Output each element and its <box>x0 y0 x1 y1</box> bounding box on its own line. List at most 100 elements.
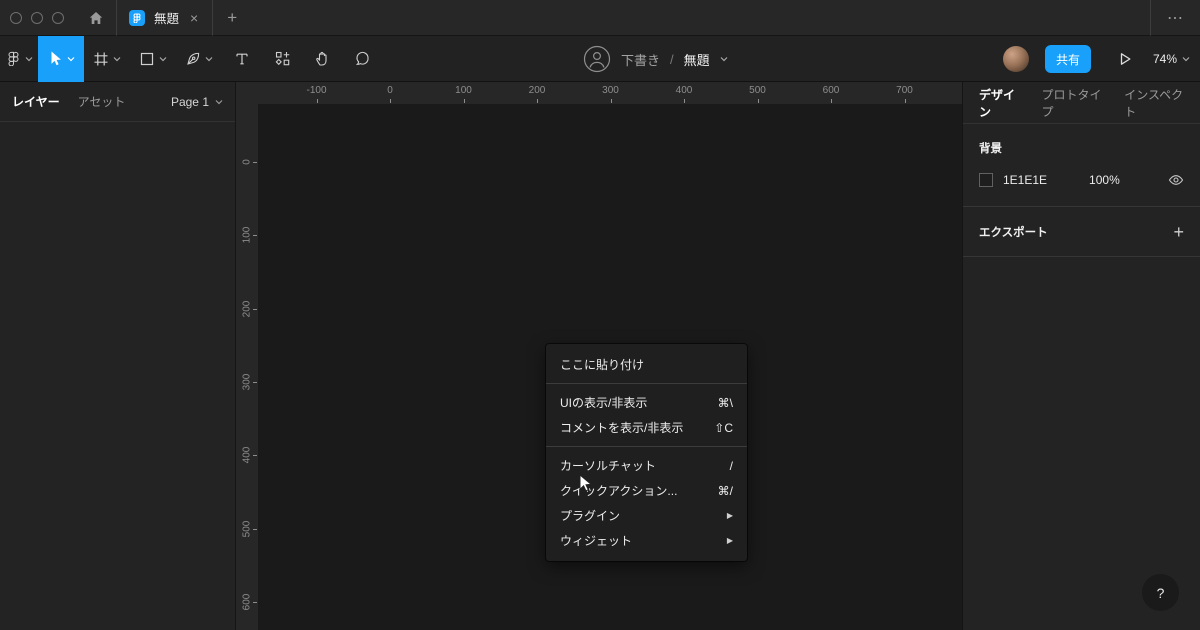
layers-panel-header: レイヤー アセット Page 1 <box>0 82 235 122</box>
layers-panel: レイヤー アセット Page 1 <box>0 82 236 630</box>
home-button[interactable] <box>76 0 116 36</box>
chevron-down-icon <box>67 56 75 62</box>
file-name[interactable]: 無題 <box>684 50 710 69</box>
add-export-button[interactable]: + <box>1173 223 1184 241</box>
ruler-v-label: 400 <box>241 446 253 464</box>
zoom-menu-button[interactable]: 74% <box>1153 52 1190 66</box>
context-menu-item-label: ここに貼り付け <box>560 358 645 372</box>
context-menu-item[interactable]: ウィジェット ▶ <box>546 528 747 553</box>
new-tab-button[interactable]: + <box>213 8 251 28</box>
help-button[interactable]: ? <box>1142 574 1179 611</box>
toolbar-right-group: 共有 74% <box>1002 36 1190 82</box>
ruler-v-tick <box>253 235 257 237</box>
page-selector-label: Page 1 <box>170 94 209 109</box>
context-menu-item-label: プラグイン <box>560 509 621 523</box>
pen-tool-button[interactable] <box>176 36 222 82</box>
context-menu: ここに貼り付け UIの表示/非表示 ⌘\ コメントを表示/非表示 ⇧C カーソルチャット /… <box>546 344 747 561</box>
export-section: エクスポート + <box>963 207 1200 257</box>
hand-tool-button[interactable] <box>302 36 342 82</box>
context-menu-item-label: UIの表示/非表示 <box>560 396 648 410</box>
chevron-down-icon <box>1182 56 1190 62</box>
context-menu-item[interactable]: UIの表示/非表示 ⌘\ <box>546 390 747 415</box>
ruler-h-label: 600 <box>822 85 840 96</box>
window-overflow-menu-button[interactable]: ⋯ <box>1151 8 1200 28</box>
background-section: 背景 1E1E1E 100% <box>963 124 1200 207</box>
chevron-down-icon <box>25 56 33 62</box>
breadcrumb-project[interactable]: 下書き <box>621 50 660 69</box>
context-menu-item[interactable]: プラグイン ▶ <box>546 503 747 528</box>
text-tool-button[interactable] <box>222 36 262 82</box>
figma-app-window: { "colors": { "accent": "#18a0fb", "canv… <box>0 0 1200 630</box>
ruler-v-tick <box>253 308 257 310</box>
ruler-h-tick <box>316 99 318 103</box>
ruler-h-label: 0 <box>387 85 393 96</box>
ruler-h-tick <box>831 99 832 103</box>
ruler-h-label: 300 <box>602 85 619 96</box>
ruler-h-label: 100 <box>455 85 472 96</box>
ruler-vertical: 0 100 200 300 400 500 600 <box>236 82 258 630</box>
context-menu-item[interactable]: ここに貼り付け <box>546 352 747 377</box>
ruler-h-label: 500 <box>749 85 766 96</box>
home-icon <box>88 10 104 26</box>
present-button[interactable] <box>1111 51 1139 67</box>
ruler-h-tick <box>904 99 906 103</box>
context-menu-item-shortcut: ⌘\ <box>717 395 733 410</box>
window-tab-bar: 無題 × + ⋯ <box>0 0 1200 36</box>
visibility-toggle-button[interactable] <box>1168 172 1184 188</box>
context-menu-item[interactable]: コメントを表示/非表示 ⇧C <box>546 415 747 440</box>
file-tab[interactable]: 無題 × <box>117 0 212 36</box>
comment-tool-button[interactable] <box>342 36 382 82</box>
zoom-level: 74% <box>1152 52 1177 66</box>
tab-prototype[interactable]: プロトタイプ <box>1041 86 1102 120</box>
components-icon <box>274 50 291 67</box>
breadcrumb-separator: / <box>670 51 674 67</box>
page-selector[interactable]: Page 1 <box>171 95 223 109</box>
window-zoom-icon[interactable] <box>52 11 64 24</box>
tab-assets[interactable]: アセット <box>78 93 126 110</box>
ruler-v-label: 300 <box>241 373 253 391</box>
tab-close-icon[interactable]: × <box>188 9 200 27</box>
color-swatch[interactable] <box>979 173 993 187</box>
figma-file-icon <box>129 9 145 26</box>
context-menu-divider <box>546 383 747 384</box>
file-title-group: 下書き / 無題 <box>583 36 728 82</box>
ruler-h-label: 400 <box>675 85 693 96</box>
ruler-h-tick <box>390 99 391 103</box>
opacity-value[interactable]: 100% <box>1089 173 1120 187</box>
ruler-v-label: 200 <box>241 300 253 317</box>
chevron-down-icon[interactable] <box>720 56 728 62</box>
tab-layers[interactable]: レイヤー <box>12 93 60 110</box>
ruler-h-tick <box>684 99 685 103</box>
ruler-v-label: 500 <box>241 520 253 537</box>
export-section-title: エクスポート <box>979 226 1048 239</box>
window-minimize-icon[interactable] <box>31 11 43 24</box>
frame-tool-button[interactable] <box>84 36 130 82</box>
shape-tool-button[interactable] <box>130 36 176 82</box>
main-menu-button[interactable] <box>0 36 38 82</box>
eye-icon <box>1168 172 1184 188</box>
context-menu-divider <box>546 446 747 447</box>
context-menu-item-shortcut: ⇧C <box>714 420 733 435</box>
ruler-v-label: 600 <box>241 593 253 611</box>
share-button[interactable]: 共有 <box>1044 45 1091 73</box>
tab-inspect[interactable]: インスペクト <box>1124 86 1184 120</box>
context-menu-item-label: カーソルチャット <box>560 459 656 473</box>
chevron-down-icon <box>215 99 223 105</box>
resources-tool-button[interactable] <box>262 36 302 82</box>
tab-title: 無題 <box>154 12 180 26</box>
play-icon <box>1117 51 1133 67</box>
chevron-down-icon <box>205 56 213 62</box>
color-hex-value[interactable]: 1E1E1E <box>1003 173 1047 187</box>
context-menu-item-label: ウィジェット <box>560 534 633 548</box>
user-avatar[interactable] <box>1002 46 1029 72</box>
window-close-icon[interactable] <box>10 11 22 24</box>
ruler-h-tick <box>610 99 612 103</box>
context-menu-item-shortcut: ⌘/ <box>717 483 733 498</box>
tab-design[interactable]: デザイン <box>979 86 1019 120</box>
comment-icon <box>354 50 371 67</box>
ruler-v-tick <box>253 381 257 383</box>
ruler-h-label: 200 <box>528 85 546 96</box>
ruler-v-label: 0 <box>241 159 253 165</box>
ruler-horizontal: -100 0 100 200 300 400 500 600 700 <box>236 82 962 104</box>
move-tool-button[interactable] <box>38 35 84 82</box>
